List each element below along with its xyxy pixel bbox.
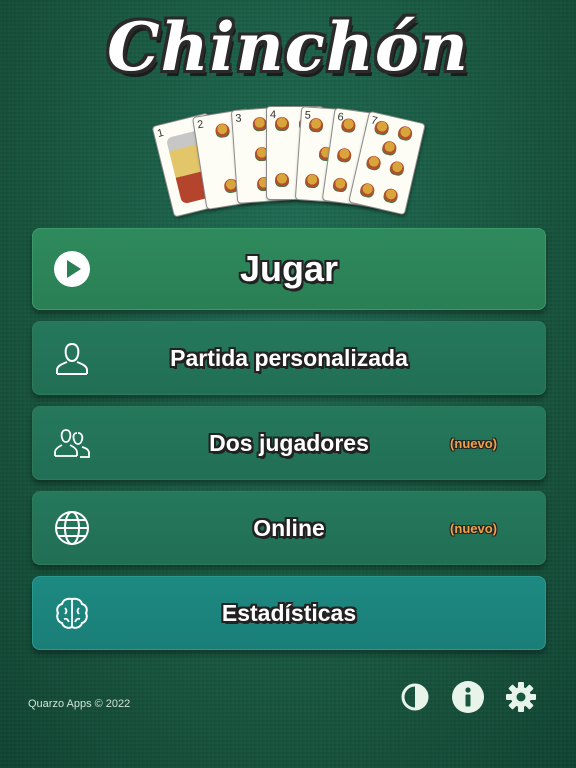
- play-button[interactable]: Jugar: [32, 228, 546, 310]
- cup-icon: [365, 154, 383, 172]
- cup-icon: [382, 187, 400, 205]
- custom-game-button[interactable]: Partida personalizada: [32, 321, 546, 395]
- custom-game-label: Partida personalizada: [170, 344, 408, 371]
- cup-icon: [332, 177, 348, 193]
- cup-icon: [340, 117, 357, 134]
- copyright-text: Quarzo Apps © 2022: [28, 698, 131, 710]
- two-players-button[interactable]: Dos jugadores (nuevo): [32, 406, 546, 480]
- card-number: 2: [196, 118, 205, 132]
- user-icon: [56, 342, 88, 375]
- cup-icon: [373, 119, 391, 137]
- cup-icon: [381, 139, 398, 157]
- info-icon[interactable]: [451, 680, 485, 714]
- new-badge: (nuevo): [450, 436, 497, 451]
- brain-icon: [56, 597, 88, 629]
- gear-icon[interactable]: [504, 680, 538, 714]
- stats-label: Estadísticas: [221, 599, 357, 626]
- card-number: 1: [156, 126, 165, 140]
- two-players-label: Dos jugadores: [209, 429, 369, 456]
- card-fan: 1 2 3 4 5 6 7: [0, 0, 576, 230]
- cup-icon: [214, 122, 231, 139]
- cup-icon: [388, 160, 406, 177]
- globe-icon: [55, 511, 89, 545]
- cup-icon: [308, 117, 324, 133]
- stats-button[interactable]: Estadísticas: [32, 576, 546, 650]
- online-label: Online: [253, 514, 325, 541]
- new-badge: (nuevo): [450, 521, 497, 536]
- cup-icon: [396, 124, 414, 142]
- cup-icon: [275, 117, 289, 131]
- online-button[interactable]: Online (nuevo): [32, 491, 546, 565]
- users-icon: [54, 429, 90, 458]
- cup-icon: [275, 173, 289, 187]
- contrast-icon[interactable]: [398, 680, 432, 714]
- play-icon: [54, 251, 90, 287]
- cup-icon: [304, 173, 320, 189]
- play-label: Jugar: [239, 248, 339, 289]
- cup-icon: [358, 181, 376, 199]
- card-number: 3: [234, 112, 242, 125]
- cup-icon: [336, 147, 353, 164]
